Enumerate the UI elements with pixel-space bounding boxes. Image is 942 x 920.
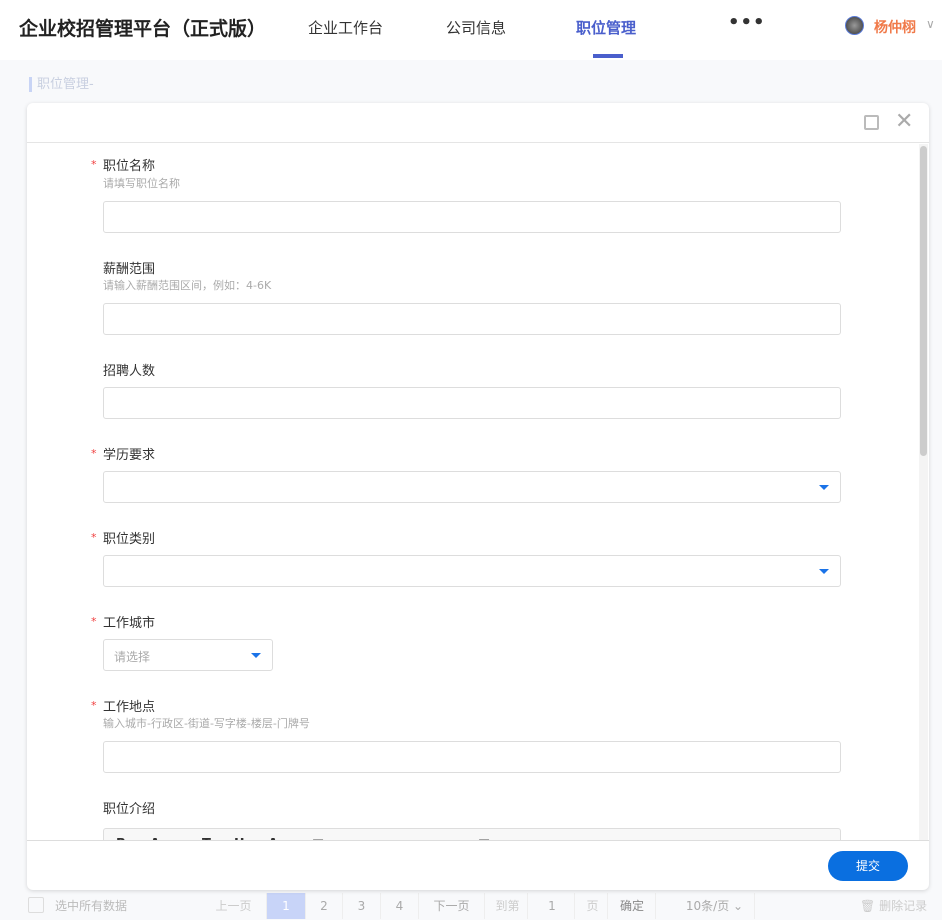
headcount-input[interactable]: [103, 387, 841, 419]
intro-label: 职位介绍: [103, 802, 156, 817]
delete-records-button[interactable]: 🗑 删除记录: [860, 892, 927, 920]
app-title: 企业校招管理平台（正式版）: [19, 18, 267, 40]
next-page-button[interactable]: 下一页: [419, 893, 485, 919]
delete-records-label: 删除记录: [879, 899, 928, 913]
chevron-down-icon[interactable]: ∨: [926, 17, 935, 31]
confirm-page-button[interactable]: 确定: [609, 893, 656, 919]
rich-text-editor[interactable]: B A T U A ■ ≡ o ▭ ■: [103, 828, 841, 840]
page-4-button[interactable]: 4: [381, 893, 419, 919]
prev-page-button[interactable]: 上一页: [201, 893, 267, 919]
scrollbar-thumb[interactable]: [920, 146, 927, 456]
page-unit-label: 页: [578, 893, 608, 919]
maximize-icon[interactable]: [864, 115, 879, 130]
required-mark: *: [91, 615, 97, 628]
user-name[interactable]: 杨仲栩: [874, 17, 916, 37]
nav-job-management[interactable]: 职位管理: [576, 17, 636, 38]
caret-down-icon: [819, 569, 829, 574]
top-header: 企业校招管理平台（正式版） 企业工作台 公司信息 职位管理 ••• 杨仲栩 ∨: [0, 0, 942, 60]
more-menu-icon[interactable]: •••: [728, 12, 766, 33]
modal-footer: 提交: [27, 840, 929, 890]
headcount-label: 招聘人数: [103, 364, 156, 379]
salary-input[interactable]: [103, 303, 841, 335]
nav-active-indicator: [593, 54, 623, 58]
caret-down-icon: [819, 485, 829, 490]
nav-workbench[interactable]: 企业工作台: [308, 17, 383, 38]
category-select[interactable]: [103, 555, 841, 587]
nav-company-info[interactable]: 公司信息: [446, 17, 506, 38]
category-label: 职位类别: [103, 532, 156, 547]
job-name-hint: 请填写职位名称: [103, 177, 180, 190]
required-mark: *: [91, 158, 97, 171]
close-icon[interactable]: ✕: [895, 109, 913, 134]
caret-down-icon: [251, 653, 261, 658]
avatar[interactable]: [845, 16, 864, 35]
page-size-value: 10条/页: [685, 899, 730, 913]
address-label: 工作地点: [103, 700, 156, 715]
education-select[interactable]: [103, 471, 841, 503]
select-all-checkbox[interactable]: [28, 897, 44, 913]
select-all-label: 选中所有数据: [55, 899, 128, 913]
city-label: 工作城市: [103, 616, 156, 631]
education-label: 学历要求: [103, 448, 156, 463]
page-1-button[interactable]: 1: [267, 893, 306, 919]
job-name-input[interactable]: [103, 201, 841, 233]
modal-header: ✕: [27, 103, 929, 143]
city-select[interactable]: 请选择: [103, 639, 273, 671]
salary-label: 薪酬范围: [103, 262, 156, 277]
trash-icon: 🗑: [860, 899, 876, 913]
job-edit-modal: ✕ * 职位名称 请填写职位名称 薪酬范围 请输入薪酬范围区间，例如：4-6K …: [27, 103, 929, 890]
submit-button[interactable]: 提交: [828, 851, 908, 881]
address-input[interactable]: [103, 741, 841, 773]
job-name-label: 职位名称: [103, 159, 156, 174]
city-placeholder: 请选择: [114, 650, 151, 664]
page-2-button[interactable]: 2: [306, 893, 343, 919]
page-number-input[interactable]: 1: [530, 893, 575, 919]
salary-hint: 请输入薪酬范围区间，例如：4-6K: [103, 279, 272, 292]
goto-label: 到第: [488, 893, 528, 919]
required-mark: *: [91, 531, 97, 544]
page-size-select[interactable]: 10条/页 ⌄: [675, 893, 755, 919]
page-3-button[interactable]: 3: [343, 893, 381, 919]
scrollbar-track[interactable]: [919, 144, 928, 840]
modal-body: * 职位名称 请填写职位名称 薪酬范围 请输入薪酬范围区间，例如：4-6K 招聘…: [27, 144, 929, 840]
required-mark: *: [91, 447, 97, 460]
address-hint: 输入城市-行政区-街道-写字楼-楼层-门牌号: [103, 717, 310, 730]
required-mark: *: [91, 699, 97, 712]
breadcrumb: 职位管理-: [29, 77, 94, 92]
